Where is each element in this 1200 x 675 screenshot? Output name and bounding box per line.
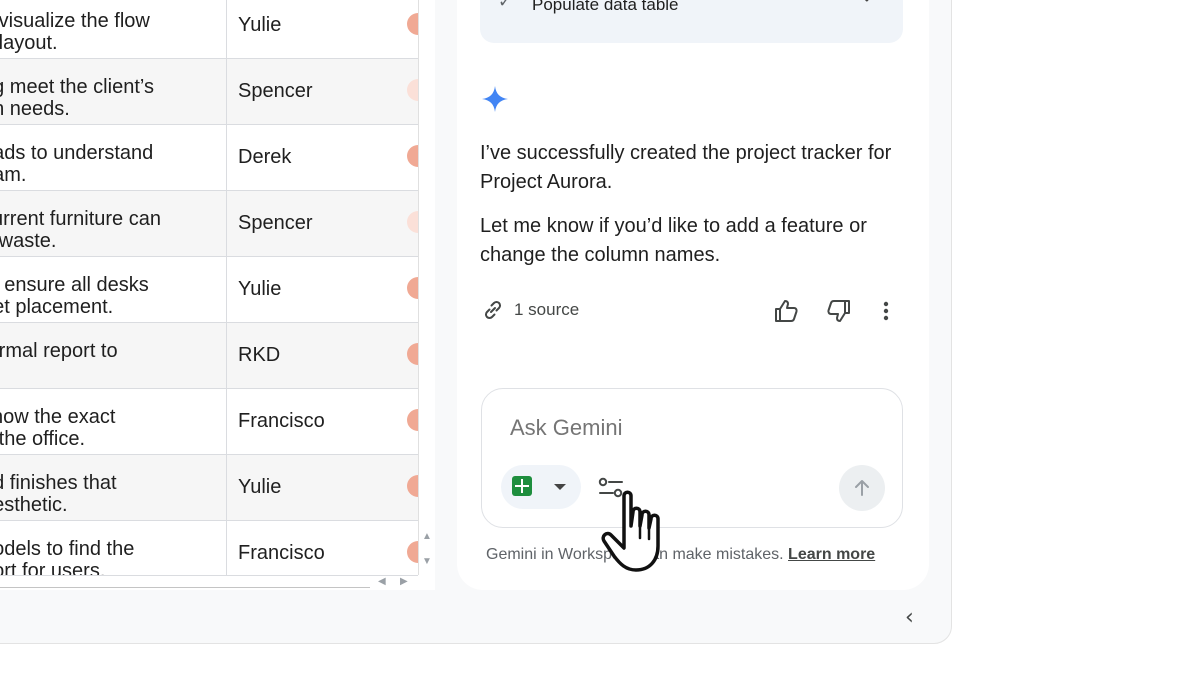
owner-cell[interactable]: Yulie [238,14,281,37]
horizontal-scrollbar[interactable]: ◀ ▶ [0,575,418,590]
task-cell[interactable]: current furniture cane waste. [0,191,227,256]
task-text-line-1: to ensure all desks [0,274,149,296]
sheet-grid: o visualize the flowe layout. Yulie og mee… [0,0,429,587]
table-row[interactable]: show the exactn the office. Francisco [0,389,429,455]
task-cell[interactable]: o visualize the flowe layout. [0,0,227,58]
table-row[interactable]: current furniture cane waste. Spencer [0,191,429,257]
task-cell[interactable]: eads to understandeam. [0,125,227,190]
source-selector-button[interactable] [501,465,581,509]
expand-icon[interactable]: ↶ [863,0,877,10]
task-text-line-1: eads to understand [0,142,154,164]
response-message: I’ve successfully created the project tr… [480,142,892,193]
task-text-line-2: e waste. [0,230,57,252]
table-row[interactable]: to ensure all desksnet placement. Yulie [0,257,429,323]
task-cell[interactable]: show the exactn the office. [0,389,227,454]
owner-cell[interactable]: Francisco [238,542,325,565]
owner-cell[interactable]: Spencer [238,212,313,235]
task-text-line-1: nodels to find the [0,538,135,560]
prompt-box [481,388,903,528]
task-text-line-2: net placement. [0,296,114,318]
thumbs-down-button[interactable] [824,296,854,326]
task-text-line-2: aesthetic. [0,494,68,516]
ask-gemini-input[interactable] [510,415,860,441]
task-cell[interactable]: od finishes that aesthetic. [0,455,227,520]
table-row[interactable]: od finishes that aesthetic. Yulie [0,455,429,521]
task-text-line-2: e layout. [0,32,58,54]
source-count: 1 source [514,300,580,319]
learn-more-link[interactable]: Learn more [788,546,875,563]
check-icon: ✓ [498,0,513,11]
task-text-line-1: formal report to [0,340,118,362]
arrow-up-icon [855,480,869,496]
gemini-panel: ✓ Populate data table ↶ I’ve successfull… [457,0,929,590]
google-sheets-icon [512,476,532,496]
scroll-left-icon[interactable]: ◀ [378,576,386,587]
thumbs-down-icon [827,300,850,322]
task-cell[interactable]: og meet the client’son needs. [0,59,227,124]
owner-cell[interactable]: Derek [238,146,291,169]
task-text-line-2: n the office. [0,428,86,450]
thumbs-up-icon [775,300,798,322]
task-status-card: ✓ Populate data table ↶ [480,0,903,43]
caret-down-icon [554,484,566,490]
table-row[interactable]: eads to understandeam. Derek [0,125,429,191]
task-text-line-2: 2. [0,362,212,384]
scroll-down-icon[interactable]: ▼ [422,556,432,567]
owner-cell[interactable]: Francisco [238,410,325,433]
scroll-track[interactable] [0,578,370,588]
task-text-line-2: eam. [0,164,27,186]
response-followup: Let me know if you’d like to add a featu… [480,215,867,266]
owner-cell[interactable]: RKD [238,344,280,367]
task-text-line-1: og meet the client’s [0,76,154,98]
owner-cell[interactable]: Yulie [238,476,281,499]
owner-cell[interactable]: Yulie [238,278,281,301]
spreadsheet: o visualize the flowe layout. Yulie og mee… [0,0,435,590]
scroll-up-icon[interactable]: ▲ [422,531,432,542]
task-text-line-1: od finishes that [0,472,117,494]
task-cell[interactable]: to ensure all desksnet placement. [0,257,227,322]
task-text-line-1: current furniture can [0,208,161,230]
gemini-spark-icon [482,86,508,112]
thumbs-up-button[interactable] [771,296,801,326]
more-vert-icon [883,301,889,321]
task-text-line-2: on needs. [0,98,70,120]
task-text-line-1: show the exact [0,406,116,428]
task-text-line-1: o visualize the flow [0,10,150,32]
table-row[interactable]: formal report to2. RKD [0,323,429,389]
chevron-left-icon[interactable]: ‹ [905,605,914,630]
send-button[interactable] [839,465,885,511]
more-options-button[interactable] [871,296,901,326]
task-label: Populate data table [532,0,679,14]
owner-cell[interactable]: Spencer [238,80,313,103]
vertical-scrollbar[interactable]: ▲ ▼ [418,0,435,575]
scroll-right-icon[interactable]: ▶ [400,576,408,587]
link-icon [484,300,502,320]
table-row[interactable]: o visualize the flowe layout. Yulie [0,0,429,59]
hand-pointer-icon [601,490,660,572]
table-row[interactable]: og meet the client’son needs. Spencer [0,59,429,125]
task-cell[interactable]: formal report to2. [0,323,227,388]
